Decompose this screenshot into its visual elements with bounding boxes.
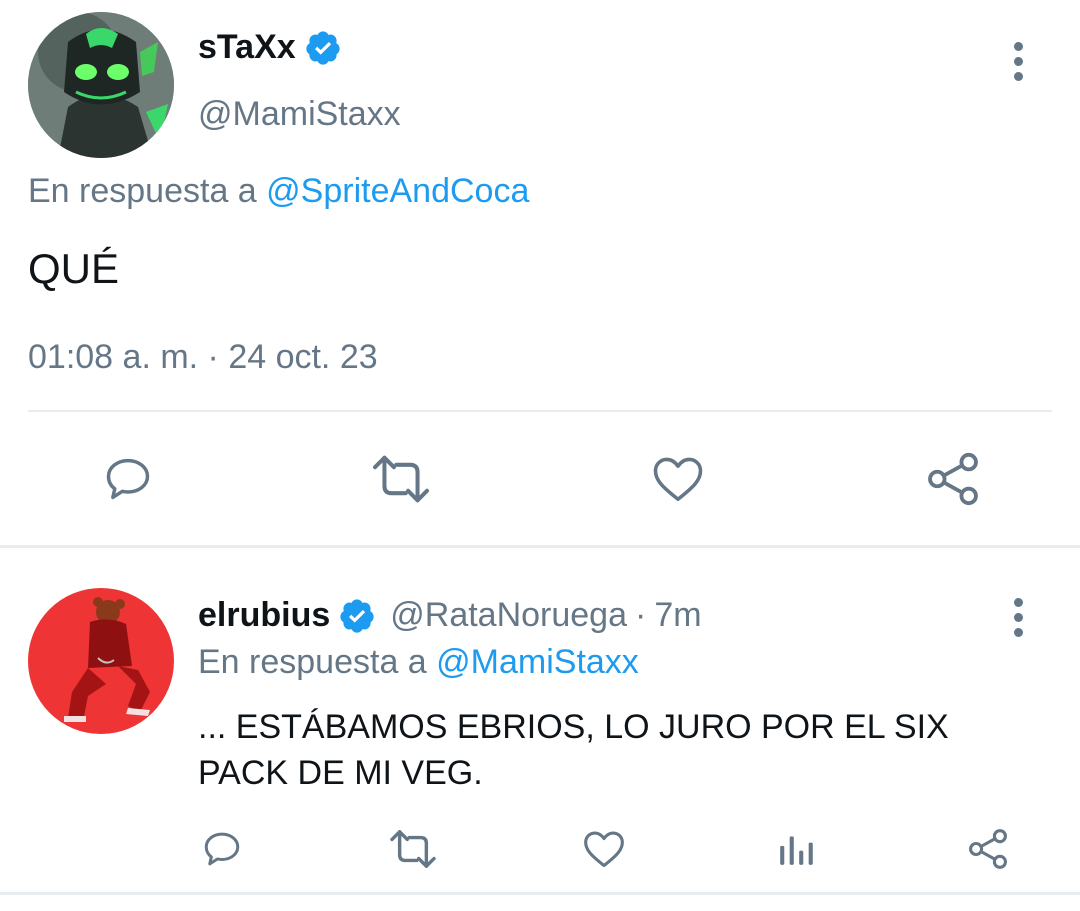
- reply-prefix: En respuesta a: [198, 643, 427, 681]
- tweet-timestamp[interactable]: 01:08 a. m. · 24 oct. 23: [28, 338, 378, 377]
- author-name[interactable]: sTaXx: [198, 28, 296, 67]
- like-icon[interactable]: [582, 827, 626, 871]
- share-icon[interactable]: [966, 826, 1010, 872]
- reply-icon[interactable]: [100, 453, 156, 505]
- reply-to-link[interactable]: @SpriteAndCoca: [266, 172, 529, 210]
- share-icon[interactable]: [924, 450, 982, 508]
- analytics-icon[interactable]: [777, 830, 815, 868]
- author-avatar[interactable]: [28, 12, 174, 158]
- reply-author-name[interactable]: elrubius: [198, 596, 330, 635]
- divider: [28, 410, 1052, 412]
- tweet-text: QUÉ: [28, 245, 120, 292]
- retweet-icon[interactable]: [388, 828, 438, 870]
- reply-context: En respuesta a @MamiStaxx: [198, 643, 639, 682]
- tweet-age[interactable]: 7m: [654, 596, 701, 635]
- retweet-icon[interactable]: [370, 453, 432, 505]
- like-icon[interactable]: [650, 452, 706, 506]
- reply-avatar-image: [28, 588, 174, 734]
- reply-to-link[interactable]: @MamiStaxx: [436, 643, 639, 681]
- reply-author-handle[interactable]: @RataNoruega: [390, 596, 627, 635]
- verified-badge-icon: [304, 29, 342, 67]
- reply-icon[interactable]: [200, 828, 244, 870]
- avatar-image: [28, 12, 174, 158]
- meta-separator: ·: [635, 596, 647, 634]
- more-options-icon[interactable]: [1014, 598, 1023, 637]
- verified-badge-icon: [338, 597, 376, 635]
- reply-prefix: En respuesta a: [28, 172, 257, 210]
- reply-tweet-text: ... ESTÁBAMOS EBRIOS, LO JURO POR EL SIX…: [198, 708, 949, 792]
- reply-author-avatar[interactable]: [28, 588, 174, 734]
- reply-context: En respuesta a @SpriteAndCoca: [28, 172, 529, 211]
- section-divider: [0, 892, 1080, 895]
- more-options-icon[interactable]: [1014, 42, 1023, 81]
- author-handle[interactable]: @MamiStaxx: [198, 95, 401, 134]
- section-divider: [0, 545, 1080, 548]
